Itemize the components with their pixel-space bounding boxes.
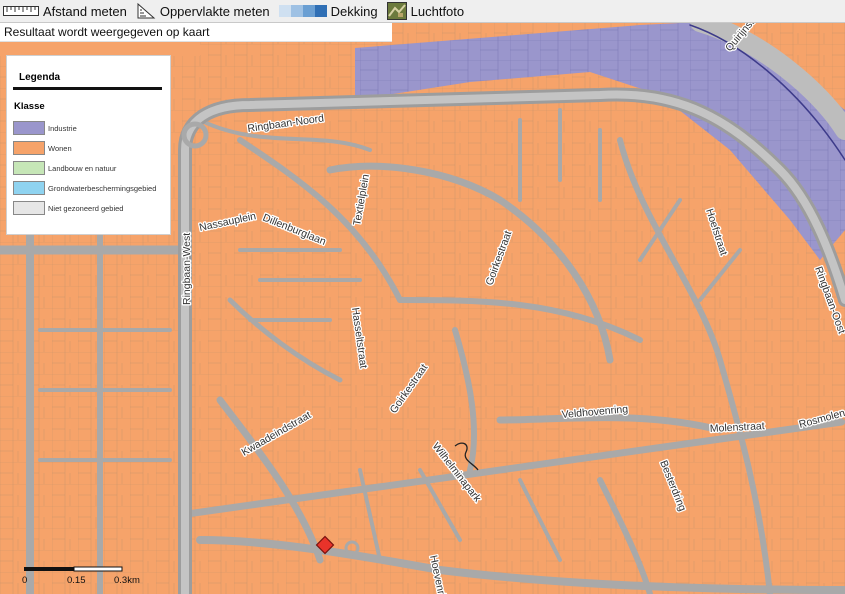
legend-swatch <box>13 161 45 175</box>
ruler-icon <box>3 6 39 16</box>
legend-item-wonen: Wonen <box>7 138 170 158</box>
legend-item-label: Industrie <box>48 123 77 133</box>
legend-item-grondwater: Grondwaterbeschermingsgebied <box>7 178 170 198</box>
aerial-photo-icon <box>386 2 407 20</box>
measure-area-label: Oppervlakte meten <box>159 3 270 19</box>
legend-item-label: Grondwaterbeschermingsgebied <box>48 183 157 193</box>
legend-class-heading: Klasse <box>14 101 45 112</box>
legend-swatch <box>13 181 45 195</box>
legend-item-niet-gezoneerd: Niet gezoneerd gebied <box>7 198 170 218</box>
legend-swatch <box>13 141 45 155</box>
scale-bar-graphic <box>24 566 123 572</box>
opacity-button[interactable]: Dekking <box>276 1 384 22</box>
opacity-slider-icon <box>278 5 327 17</box>
aerial-photo-label: Luchtfoto <box>410 3 465 19</box>
unmapped-top <box>0 42 200 56</box>
scale-label-mid: 0.15 <box>67 575 86 586</box>
measure-distance-label: Afstand meten <box>43 3 127 19</box>
legend-swatch <box>13 201 45 215</box>
scale-bar: 0 0.15 0.3km <box>22 563 147 589</box>
legend-item-industrie: Industrie <box>7 118 170 138</box>
legend-title: Legenda <box>19 72 61 83</box>
aerial-photo-button[interactable]: Luchtfoto <box>384 1 471 22</box>
measure-area-button[interactable]: Oppervlakte meten <box>133 1 276 22</box>
measure-distance-button[interactable]: Afstand meten <box>0 1 133 22</box>
legend-item-landbouw: Landbouw en natuur <box>7 158 170 178</box>
area-ruler-icon <box>137 2 156 19</box>
legend-swatch <box>13 121 45 135</box>
map-toolbar: Afstand meten Oppervlakte meten Dekking … <box>0 0 845 23</box>
status-message: Resultaat wordt weergegeven op kaart <box>0 23 392 42</box>
opacity-label: Dekking <box>330 3 378 19</box>
label-ringbaan-west: Ringbaan-West <box>181 233 193 305</box>
legend-item-label: Wonen <box>48 143 72 153</box>
scale-label-end: 0.3km <box>114 575 140 586</box>
legend-item-label: Landbouw en natuur <box>48 163 117 173</box>
legend-divider <box>13 87 162 90</box>
legend-panel: Legenda Klasse Industrie Wonen Landbouw … <box>6 55 171 235</box>
legend-item-label: Niet gezoneerd gebied <box>48 203 124 213</box>
scale-label-0: 0 <box>22 575 28 586</box>
